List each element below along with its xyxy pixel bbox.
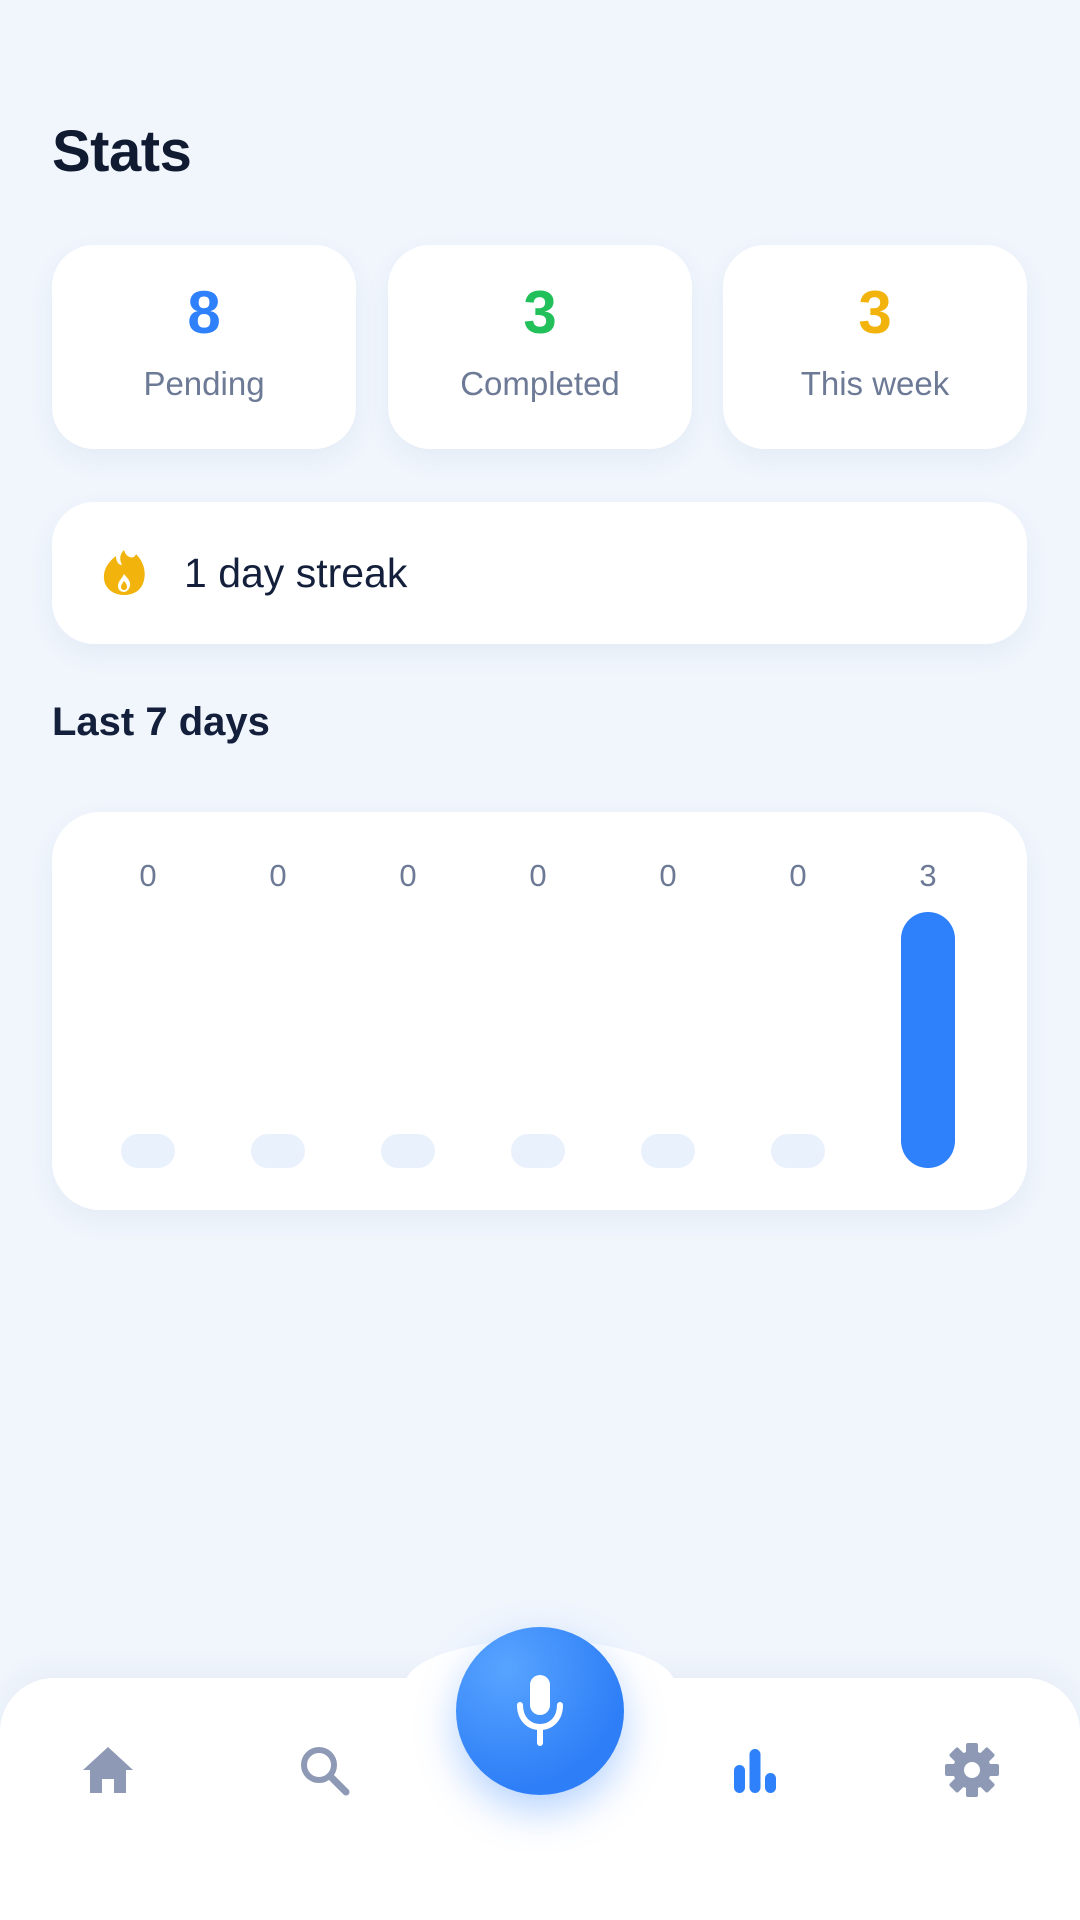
section-title-last-7-days: Last 7 days <box>52 700 270 744</box>
gear-icon <box>945 1743 999 1797</box>
stat-label-completed: Completed <box>460 365 620 402</box>
last-7-days-chart: 0 0 0 0 0 0 3 <box>52 812 1027 1210</box>
flame-icon <box>103 550 145 595</box>
bar-value-label: 0 <box>399 858 417 893</box>
chart-bar-column: 0 <box>640 812 696 1210</box>
stat-card-completed[interactable]: 3 Completed <box>388 245 692 449</box>
chart-bar-column: 0 <box>380 812 436 1210</box>
chart-bar-column: 0 <box>250 812 306 1210</box>
page-title: Stats <box>52 119 192 184</box>
bar-chart-icon <box>734 1749 776 1793</box>
chart-bar <box>771 1134 825 1168</box>
bar-value-label: 3 <box>919 858 937 893</box>
chart-bar <box>901 912 955 1168</box>
chart-bar <box>381 1134 435 1168</box>
chart-bar-column: 0 <box>770 812 826 1210</box>
chart-bar <box>511 1134 565 1168</box>
chart-bar-column: 3 <box>900 812 956 1210</box>
chart-bar-column: 0 <box>510 812 566 1210</box>
chart-bar-column: 0 <box>120 812 176 1210</box>
chart-bar <box>121 1134 175 1168</box>
stat-value-this-week: 3 <box>858 279 892 346</box>
stat-card-pending[interactable]: 8 Pending <box>52 245 356 449</box>
bar-value-label: 0 <box>789 858 807 893</box>
bar-value-label: 0 <box>269 858 287 893</box>
stat-label-this-week: This week <box>800 365 950 402</box>
bar-value-label: 0 <box>139 858 157 893</box>
search-icon <box>301 1747 350 1796</box>
stat-label-pending: Pending <box>143 365 265 402</box>
nav-home-button[interactable] <box>76 1738 140 1802</box>
stat-value-completed: 3 <box>523 279 557 346</box>
streak-card: 1 day streak <box>52 502 1027 644</box>
chart-bar <box>641 1134 695 1168</box>
microphone-icon <box>517 1675 563 1746</box>
streak-text: 1 day streak <box>184 550 408 596</box>
home-icon <box>83 1747 133 1793</box>
bar-value-label: 0 <box>529 858 547 893</box>
stat-value-pending: 8 <box>187 279 221 346</box>
nav-search-button[interactable] <box>292 1738 356 1802</box>
nav-stats-button[interactable] <box>723 1738 787 1802</box>
microphone-button[interactable] <box>456 1627 624 1795</box>
bar-value-label: 0 <box>659 858 677 893</box>
nav-settings-button[interactable] <box>940 1738 1004 1802</box>
stats-screen: Stats 8 Pending 3 Completed 3 This week … <box>0 0 1080 1920</box>
stat-card-this-week[interactable]: 3 This week <box>723 245 1027 449</box>
chart-bar <box>251 1134 305 1168</box>
